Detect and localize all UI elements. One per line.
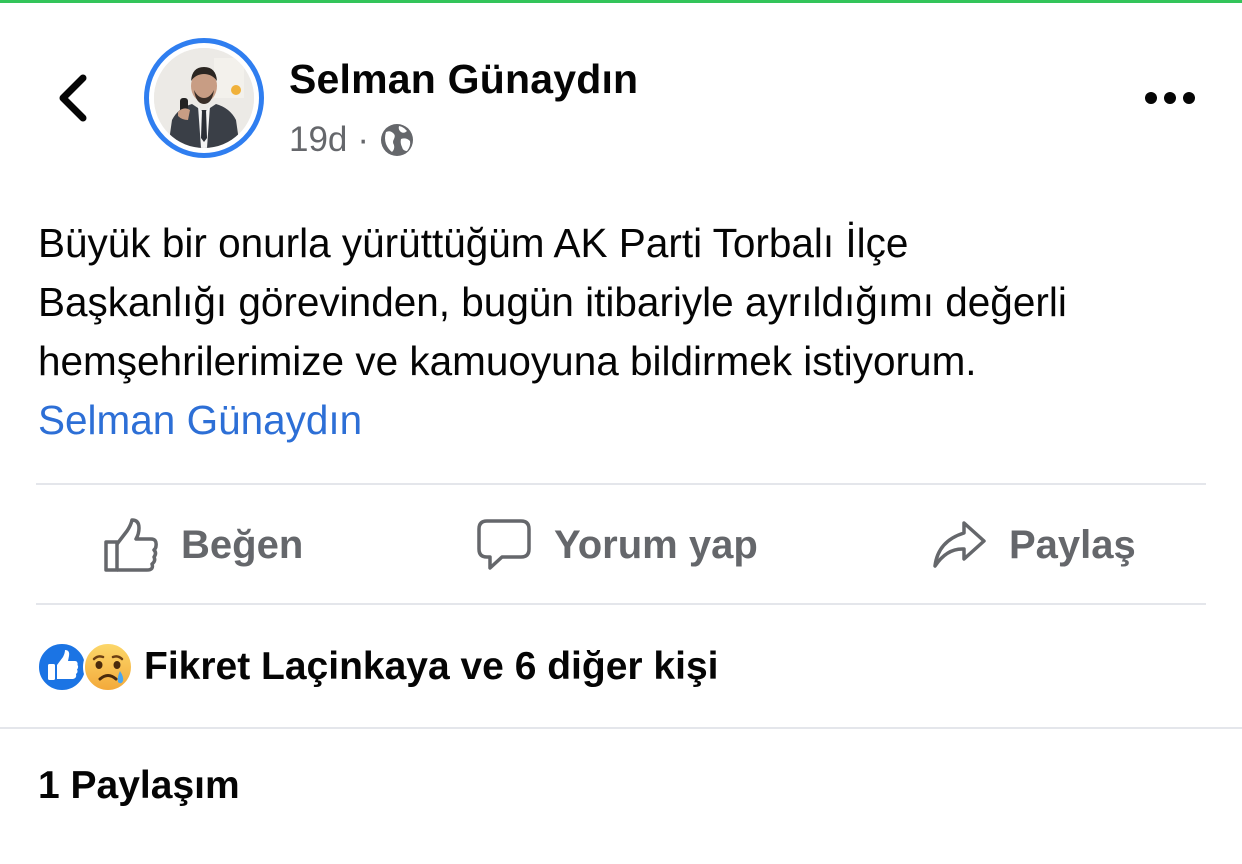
like-reaction-icon — [37, 642, 87, 692]
post-text-line: hemşehrilerimize ve kamuoyuna bildirmek … — [38, 338, 977, 384]
comment-label: Yorum yap — [554, 522, 758, 567]
post-timestamp[interactable]: 19d — [289, 120, 347, 160]
author-name[interactable]: Selman Günaydın — [289, 56, 638, 103]
share-label: Paylaş — [1009, 522, 1136, 567]
sad-reaction-icon — [83, 642, 133, 692]
avatar[interactable] — [144, 38, 264, 158]
profile-mention-link[interactable]: Selman Günaydın — [38, 391, 1218, 450]
like-button[interactable]: Beğen — [103, 512, 303, 578]
post-meta: 19d · — [289, 118, 415, 162]
globe-icon — [381, 124, 414, 156]
reactions-summary-text: Fikret Laçinkaya ve 6 diğer kişi — [144, 645, 719, 688]
reactions-summary[interactable]: Fikret Laçinkaya ve 6 diğer kişi — [36, 638, 718, 696]
like-label: Beğen — [181, 522, 304, 567]
profile-photo — [154, 48, 254, 148]
divider — [36, 483, 1206, 485]
share-button[interactable]: Paylaş — [931, 512, 1136, 578]
comment-button[interactable]: Yorum yap — [476, 512, 758, 578]
speech-bubble-icon — [477, 519, 531, 570]
status-top-bar — [0, 0, 1242, 3]
divider — [0, 727, 1242, 729]
share-arrow-icon — [933, 521, 986, 568]
thumbs-up-icon — [104, 518, 158, 572]
shares-count[interactable]: 1 Paylaşım — [38, 764, 240, 808]
meta-separator: · — [357, 120, 370, 159]
reaction-icons — [36, 641, 136, 693]
more-options-button[interactable] — [1136, 72, 1204, 124]
back-button[interactable] — [44, 66, 100, 130]
more-dots-icon — [1145, 92, 1195, 104]
post-text-line: Büyük bir onurla yürüttüğüm AK Parti Tor… — [38, 220, 909, 266]
chevron-left-icon — [59, 74, 87, 122]
divider — [36, 603, 1206, 605]
post-body: Büyük bir onurla yürüttüğüm AK Parti Tor… — [38, 214, 1218, 450]
post-text-line: Başkanlığı görevinden, bugün itibariyle … — [38, 279, 1067, 325]
